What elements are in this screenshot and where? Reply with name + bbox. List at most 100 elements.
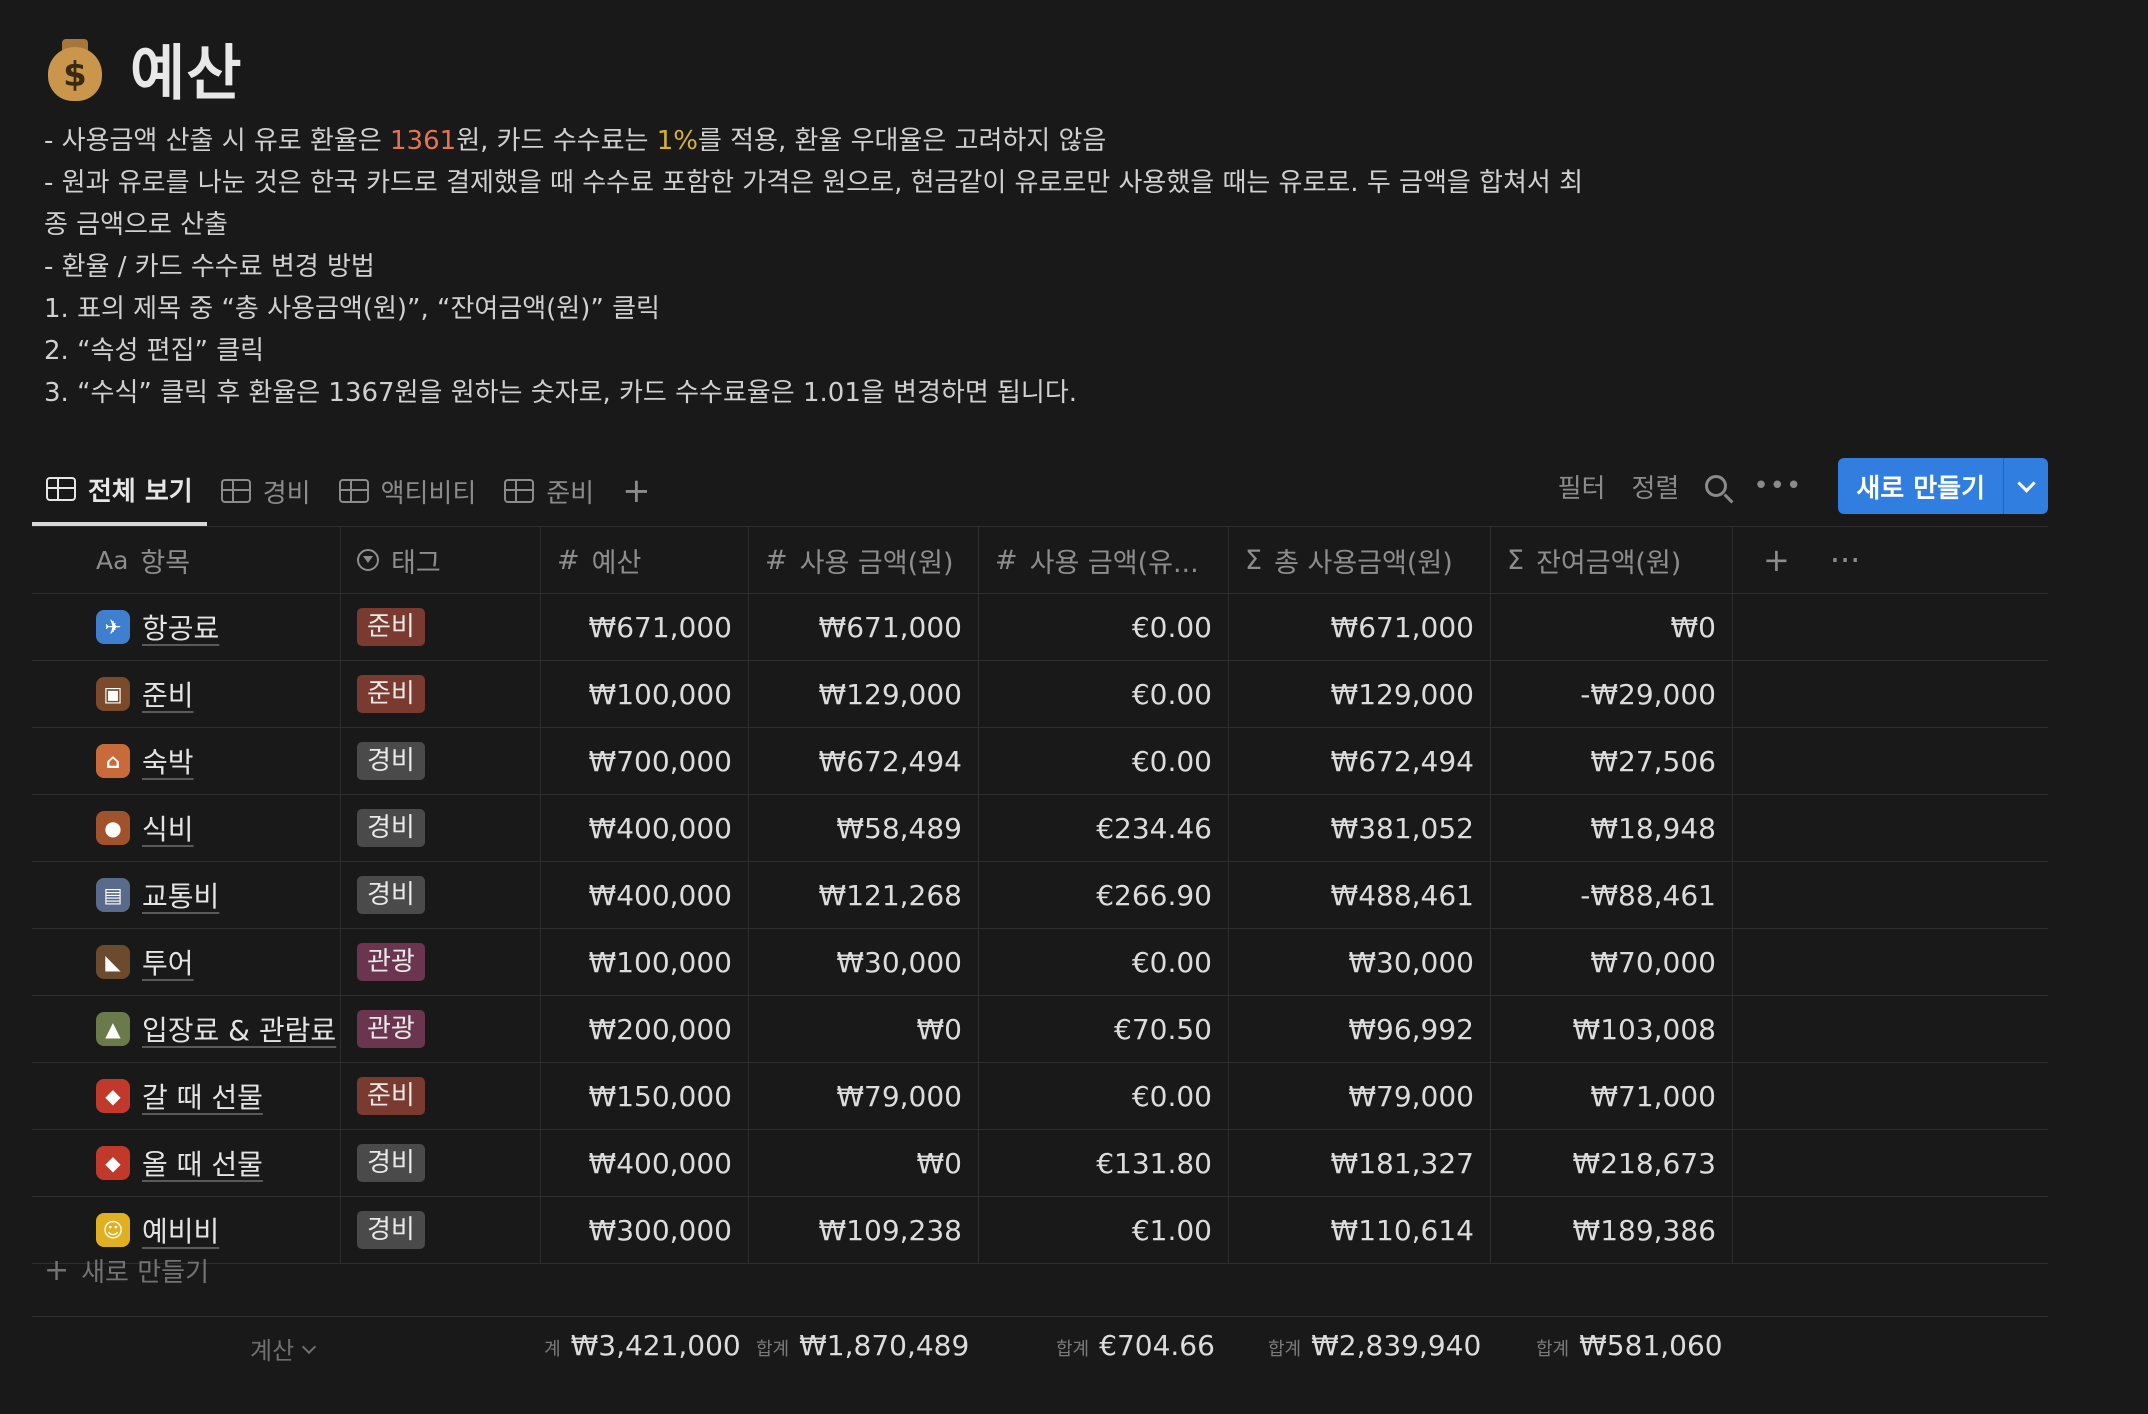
table-row[interactable]: ◆ 갈 때 선물 준비 ₩150,000 ₩79,000 €0.00 ₩79,000 ₩71,… (32, 1063, 2048, 1130)
table-row[interactable]: ▲ 입장료 & 관람료 관광 ₩200,000 ₩0 €70.50 ₩96,992 ₩103,… (32, 996, 2048, 1063)
sum-remain-krw[interactable]: 합계 ₩581,060 (1536, 1329, 1723, 1362)
cell-budget[interactable]: ₩400,000 (541, 795, 749, 861)
cell-used-krw[interactable]: ₩79,000 (749, 1063, 979, 1129)
cell-used-krw[interactable]: ₩672,494 (749, 728, 979, 794)
cell-budget[interactable]: ₩150,000 (541, 1063, 749, 1129)
cell-used-eur[interactable]: €0.00 (979, 594, 1229, 660)
calculate-dropdown[interactable]: 계산 (250, 1331, 317, 1366)
cell-used-krw[interactable]: ₩30,000 (749, 929, 979, 995)
cell-used-eur[interactable]: €1.00 (979, 1197, 1229, 1263)
sum-budget[interactable]: 계 ₩3,421,000 (544, 1329, 741, 1362)
cell-remain-krw[interactable]: ₩189,386 (1491, 1197, 1733, 1263)
cell-used-eur[interactable]: €131.80 (979, 1130, 1229, 1196)
cell-name[interactable]: ◆ 갈 때 선물 (32, 1063, 341, 1129)
cell-tag[interactable]: 관광 (341, 996, 541, 1062)
new-row-button[interactable]: + 새로 만들기 (44, 1252, 209, 1289)
table-row[interactable]: ◣ 투어 관광 ₩100,000 ₩30,000 €0.00 ₩30,000 ₩70,000 (32, 929, 2048, 996)
table-row[interactable]: ▣ 준비 준비 ₩100,000 ₩129,000 €0.00 ₩129,000 -₩29,0… (32, 661, 2048, 728)
table-row[interactable]: ● 식비 경비 ₩400,000 ₩58,489 €234.46 ₩381,052 ₩18,9… (32, 795, 2048, 862)
cell-used-eur[interactable]: €234.46 (979, 795, 1229, 861)
cell-remain-krw[interactable]: ₩0 (1491, 594, 1733, 660)
cell-used-eur[interactable]: €0.00 (979, 1063, 1229, 1129)
cell-tag[interactable]: 경비 (341, 862, 541, 928)
column-header-total-krw[interactable]: Σ총 사용금액(원) (1229, 527, 1491, 593)
new-button[interactable]: 새로 만들기 (1838, 458, 2003, 514)
cell-budget[interactable]: ₩400,000 (541, 1130, 749, 1196)
more-options-icon[interactable]: ··· (1830, 541, 1861, 579)
cell-tag[interactable]: 관광 (341, 929, 541, 995)
cell-used-krw[interactable]: ₩58,489 (749, 795, 979, 861)
cell-name[interactable]: ◣ 투어 (32, 929, 341, 995)
cell-total-krw[interactable]: ₩30,000 (1229, 929, 1491, 995)
cell-remain-krw[interactable]: ₩27,506 (1491, 728, 1733, 794)
table-row[interactable]: ⌂ 숙박 경비 ₩700,000 ₩672,494 €0.00 ₩672,494 ₩27,50… (32, 728, 2048, 795)
cell-remain-krw[interactable]: -₩29,000 (1491, 661, 1733, 727)
cell-used-krw[interactable]: ₩129,000 (749, 661, 979, 727)
add-view-plus-icon[interactable]: + (608, 471, 665, 511)
column-header-remain-krw[interactable]: Σ 잔여금액(원) (1491, 527, 1733, 593)
sum-total-krw[interactable]: 합계 ₩2,839,940 (1268, 1329, 1481, 1362)
column-header-name[interactable]: Aa 항목 (32, 527, 341, 593)
cell-name[interactable]: ✈ 항공료 (32, 594, 341, 660)
cell-used-eur[interactable]: €0.00 (979, 661, 1229, 727)
cell-tag[interactable]: 경비 (341, 728, 541, 794)
cell-used-krw[interactable]: ₩109,238 (749, 1197, 979, 1263)
cell-tag[interactable]: 준비 (341, 594, 541, 660)
cell-name[interactable]: ◆ 올 때 선물 (32, 1130, 341, 1196)
cell-total-krw[interactable]: ₩110,614 (1229, 1197, 1491, 1263)
cell-tag[interactable]: 경비 (341, 795, 541, 861)
cell-remain-krw[interactable]: ₩70,000 (1491, 929, 1733, 995)
column-header-used-krw[interactable]: # 사용 금액(원) (749, 527, 979, 593)
cell-budget[interactable]: ₩100,000 (541, 661, 749, 727)
tab-all-view[interactable]: 전체 보기 (32, 456, 207, 526)
cell-total-krw[interactable]: ₩671,000 (1229, 594, 1491, 660)
cell-tag[interactable]: 준비 (341, 1063, 541, 1129)
cell-tag[interactable]: 경비 (341, 1130, 541, 1196)
cell-used-krw[interactable]: ₩0 (749, 1130, 979, 1196)
cell-remain-krw[interactable]: ₩71,000 (1491, 1063, 1733, 1129)
column-header-tag[interactable]: 태그 (341, 527, 541, 593)
sum-used-krw[interactable]: 합계 ₩1,870,489 (756, 1329, 969, 1362)
cell-used-eur[interactable]: €0.00 (979, 728, 1229, 794)
table-row[interactable]: ☺ 예비비 경비 ₩300,000 ₩109,238 €1.00 ₩110,614 ₩189,… (32, 1197, 2048, 1264)
cell-name[interactable]: ⌂ 숙박 (32, 728, 341, 794)
tab-preparation[interactable]: 준비 (490, 456, 608, 526)
cell-used-eur[interactable]: €70.50 (979, 996, 1229, 1062)
cell-remain-krw[interactable]: ₩103,008 (1491, 996, 1733, 1062)
tab-activities[interactable]: 액티비티 (325, 456, 491, 526)
cell-budget[interactable]: ₩400,000 (541, 862, 749, 928)
cell-tag[interactable]: 준비 (341, 661, 541, 727)
money-bag-icon[interactable]: $ (44, 33, 106, 103)
new-dropdown-button[interactable] (2003, 458, 2048, 514)
cell-used-krw[interactable]: ₩671,000 (749, 594, 979, 660)
cell-budget[interactable]: ₩300,000 (541, 1197, 749, 1263)
cell-name[interactable]: ▤ 교통비 (32, 862, 341, 928)
cell-total-krw[interactable]: ₩672,494 (1229, 728, 1491, 794)
column-header-used-eur[interactable]: # 사용 금액(유... (979, 527, 1229, 593)
table-row[interactable]: ✈ 항공료 준비 ₩671,000 ₩671,000 €0.00 ₩671,000 ₩0 (32, 594, 2048, 661)
table-row[interactable]: ◆ 올 때 선물 경비 ₩400,000 ₩0 €131.80 ₩181,327 ₩218,6… (32, 1130, 2048, 1197)
cell-total-krw[interactable]: ₩488,461 (1229, 862, 1491, 928)
add-property-plus-icon[interactable]: + (1763, 541, 1790, 579)
sum-used-eur[interactable]: 합계 €704.66 (1056, 1329, 1215, 1362)
tab-expenses[interactable]: 경비 (207, 456, 325, 526)
more-options-icon[interactable]: ••• (1753, 471, 1802, 501)
page-title[interactable]: 예산 (130, 25, 242, 112)
cell-used-eur[interactable]: €0.00 (979, 929, 1229, 995)
search-icon[interactable] (1705, 475, 1728, 497)
cell-remain-krw[interactable]: -₩88,461 (1491, 862, 1733, 928)
cell-used-krw[interactable]: ₩121,268 (749, 862, 979, 928)
cell-total-krw[interactable]: ₩181,327 (1229, 1130, 1491, 1196)
cell-name[interactable]: ▣ 준비 (32, 661, 341, 727)
table-row[interactable]: ▤ 교통비 경비 ₩400,000 ₩121,268 €266.90 ₩488,461 -₩8… (32, 862, 2048, 929)
cell-used-eur[interactable]: €266.90 (979, 862, 1229, 928)
cell-name[interactable]: ▲ 입장료 & 관람료 (32, 996, 341, 1062)
cell-budget[interactable]: ₩671,000 (541, 594, 749, 660)
cell-name[interactable]: ● 식비 (32, 795, 341, 861)
cell-remain-krw[interactable]: ₩18,948 (1491, 795, 1733, 861)
cell-total-krw[interactable]: ₩96,992 (1229, 996, 1491, 1062)
cell-total-krw[interactable]: ₩129,000 (1229, 661, 1491, 727)
cell-remain-krw[interactable]: ₩218,673 (1491, 1130, 1733, 1196)
cell-budget[interactable]: ₩100,000 (541, 929, 749, 995)
sort-button[interactable]: 정렬 (1631, 468, 1679, 505)
